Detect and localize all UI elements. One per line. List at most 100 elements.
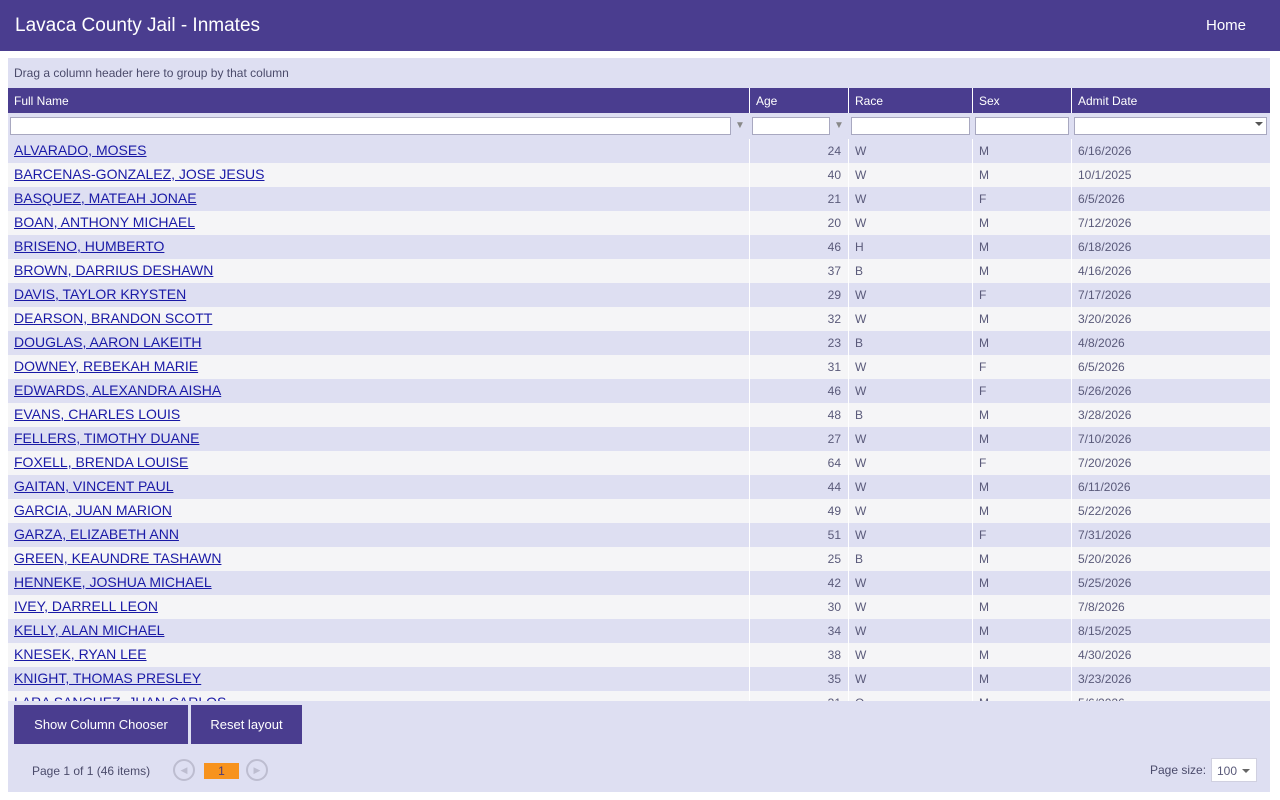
admit-date-cell: 4/30/2026 xyxy=(1078,648,1132,662)
table-row[interactable]: GAITAN, VINCENT PAUL 44 W M 6/11/2026 xyxy=(8,475,1270,499)
inmate-name-link[interactable]: ALVARADO, MOSES xyxy=(14,142,147,158)
race-cell: W xyxy=(849,451,973,475)
reset-layout-button[interactable]: Reset layout xyxy=(191,705,302,744)
inmate-name-link[interactable]: GARZA, ELIZABETH ANN xyxy=(14,526,179,542)
column-header-race[interactable]: Race xyxy=(849,88,973,113)
grid-rows: ALVARADO, MOSES 24 W M 6/16/2026 BARCENAS-GON… xyxy=(8,139,1270,701)
age-cell: 38 xyxy=(750,643,849,667)
inmate-name-link[interactable]: FELLERS, TIMOTHY DUANE xyxy=(14,430,199,446)
table-row[interactable]: EVANS, CHARLES LOUIS 48 B M 3/28/2026 xyxy=(8,403,1270,427)
admit-date-cell: 7/10/2026 xyxy=(1078,432,1132,446)
home-link[interactable]: Home xyxy=(1206,17,1246,34)
table-row[interactable]: EDWARDS, ALEXANDRA AISHA 46 W F 5/26/2026 xyxy=(8,379,1270,403)
inmate-name-link[interactable]: EVANS, CHARLES LOUIS xyxy=(14,406,180,422)
sex-cell: M xyxy=(973,235,1072,259)
inmate-name-link[interactable]: KNESEK, RYAN LEE xyxy=(14,646,147,662)
column-header-sex[interactable]: Sex xyxy=(973,88,1072,113)
inmate-name-link[interactable]: KELLY, ALAN MICHAEL xyxy=(14,622,164,638)
full-name-cell: EDWARDS, ALEXANDRA AISHA xyxy=(8,379,750,403)
group-panel-hint[interactable]: Drag a column header here to group by th… xyxy=(14,66,289,80)
age-cell: 24 xyxy=(750,139,849,163)
table-row[interactable]: FOXELL, BRENDA LOUISE 64 W F 7/20/2026 xyxy=(8,451,1270,475)
table-row[interactable]: KNESEK, RYAN LEE 38 W M 4/30/2026 xyxy=(8,643,1270,667)
table-row[interactable]: BOAN, ANTHONY MICHAEL 20 W M 7/12/2026 xyxy=(8,211,1270,235)
full-name-cell: GARCIA, JUAN MARION xyxy=(8,499,750,523)
inmate-name-link[interactable]: BASQUEZ, MATEAH JONAE xyxy=(14,190,197,206)
race-cell: W xyxy=(849,619,973,643)
race-cell: B xyxy=(849,547,973,571)
column-header-full-name[interactable]: Full Name xyxy=(8,88,750,113)
next-page-icon[interactable]: ▶ xyxy=(246,759,268,781)
inmate-name-link[interactable]: GARCIA, JUAN MARION xyxy=(14,502,172,518)
inmate-name-link[interactable]: DEARSON, BRANDON SCOTT xyxy=(14,310,212,326)
admit-date-cell: 5/26/2026 xyxy=(1078,384,1132,398)
sex-cell: M xyxy=(973,427,1072,451)
sex-cell: M xyxy=(973,307,1072,331)
admit-date-cell: 10/1/2025 xyxy=(1078,168,1132,182)
inmate-name-link[interactable]: GAITAN, VINCENT PAUL xyxy=(14,478,173,494)
inmate-name-link[interactable]: BARCENAS-GONZALEZ, JOSE JESUS xyxy=(14,166,265,182)
table-row[interactable]: IVEY, DARRELL LEON 30 W M 7/8/2026 xyxy=(8,595,1270,619)
table-row[interactable]: KELLY, ALAN MICHAEL 34 W M 8/15/2025 xyxy=(8,619,1270,643)
table-row[interactable]: HENNEKE, JOSHUA MICHAEL 42 W M 5/25/2026 xyxy=(8,571,1270,595)
inmate-name-link[interactable]: DOUGLAS, AARON LAKEITH xyxy=(14,334,202,350)
full-name-cell: GAITAN, VINCENT PAUL xyxy=(8,475,750,499)
table-row[interactable]: KNIGHT, THOMAS PRESLEY 35 W M 3/23/2026 xyxy=(8,667,1270,691)
filter-icon[interactable]: ▼ xyxy=(734,119,746,133)
age-cell: 20 xyxy=(750,211,849,235)
admit-date-cell: 7/31/2026 xyxy=(1078,528,1132,542)
chevron-down-icon[interactable] xyxy=(1255,122,1263,126)
table-row[interactable]: BROWN, DARRIUS DESHAWN 37 B M 4/16/2026 xyxy=(8,259,1270,283)
table-row[interactable]: DOUGLAS, AARON LAKEITH 23 B M 4/8/2026 xyxy=(8,331,1270,355)
table-row[interactable]: BASQUEZ, MATEAH JONAE 21 W F 6/5/2026 xyxy=(8,187,1270,211)
table-row[interactable]: BARCENAS-GONZALEZ, JOSE JESUS 40 W M 10/1/20… xyxy=(8,163,1270,187)
inmate-name-link[interactable]: EDWARDS, ALEXANDRA AISHA xyxy=(14,382,221,398)
page-size-select[interactable]: 100 xyxy=(1211,758,1257,782)
inmate-name-link[interactable]: IVEY, DARRELL LEON xyxy=(14,598,158,614)
filter-icon[interactable]: ▼ xyxy=(833,119,845,133)
full-name-cell: DEARSON, BRANDON SCOTT xyxy=(8,307,750,331)
inmate-name-link[interactable]: BRISENO, HUMBERTO xyxy=(14,238,164,254)
admit-date-filter-input[interactable] xyxy=(1074,117,1267,135)
current-page-number[interactable]: 1 xyxy=(204,763,239,779)
sex-cell: M xyxy=(973,403,1072,427)
inmate-name-link[interactable]: BROWN, DARRIUS DESHAWN xyxy=(14,262,213,278)
column-header-age[interactable]: Age xyxy=(750,88,849,113)
inmate-name-link[interactable]: KNIGHT, THOMAS PRESLEY xyxy=(14,670,201,686)
inmate-grid: Drag a column header here to group by th… xyxy=(8,58,1270,792)
page-size-value: 100 xyxy=(1217,764,1238,778)
table-row[interactable]: GREEN, KEAUNDRE TASHAWN 25 B M 5/20/2026 xyxy=(8,547,1270,571)
prev-page-icon[interactable]: ◀ xyxy=(173,759,195,781)
age-cell: 37 xyxy=(750,259,849,283)
table-row[interactable]: GARCIA, JUAN MARION 49 W M 5/22/2026 xyxy=(8,499,1270,523)
race-filter-input[interactable] xyxy=(851,117,970,135)
inmate-name-link[interactable]: DAVIS, TAYLOR KRYSTEN xyxy=(14,286,186,302)
inmate-name-link[interactable]: HENNEKE, JOSHUA MICHAEL xyxy=(14,574,212,590)
inmate-name-link[interactable]: GREEN, KEAUNDRE TASHAWN xyxy=(14,550,221,566)
sex-filter-input[interactable] xyxy=(975,117,1069,135)
table-row[interactable]: DEARSON, BRANDON SCOTT 32 W M 3/20/2026 xyxy=(8,307,1270,331)
table-row[interactable]: BRISENO, HUMBERTO 46 H M 6/18/2026 xyxy=(8,235,1270,259)
admit-date-cell: 6/11/2026 xyxy=(1078,480,1131,494)
race-cell: W xyxy=(849,355,973,379)
table-row[interactable]: DOWNEY, REBEKAH MARIE 31 W F 6/5/2026 xyxy=(8,355,1270,379)
inmate-name-link[interactable]: DOWNEY, REBEKAH MARIE xyxy=(14,358,198,374)
show-column-chooser-button[interactable]: Show Column Chooser xyxy=(14,705,188,744)
table-row[interactable]: FELLERS, TIMOTHY DUANE 27 W M 7/10/2026 xyxy=(8,427,1270,451)
sex-cell: M xyxy=(973,499,1072,523)
column-header-admit-date[interactable]: Admit Date xyxy=(1072,88,1270,113)
age-filter-input[interactable] xyxy=(752,117,830,135)
full-name-filter-input[interactable] xyxy=(10,117,731,135)
page-size-label: Page size: xyxy=(1150,763,1207,777)
full-name-cell: GARZA, ELIZABETH ANN xyxy=(8,523,750,547)
table-row[interactable]: GARZA, ELIZABETH ANN 51 W F 7/31/2026 xyxy=(8,523,1270,547)
chevron-down-icon[interactable] xyxy=(1242,769,1250,773)
table-row[interactable]: LARA SANCHEZ, JUAN CARLOS 31OM5/6/2026 xyxy=(8,691,1270,701)
sex-cell: M xyxy=(973,259,1072,283)
table-row[interactable]: DAVIS, TAYLOR KRYSTEN 29 W F 7/17/2026 xyxy=(8,283,1270,307)
inmate-name-link[interactable]: FOXELL, BRENDA LOUISE xyxy=(14,454,188,470)
inmate-name-link[interactable]: LARA SANCHEZ, JUAN CARLOS xyxy=(14,694,226,701)
table-row[interactable]: ALVARADO, MOSES 24 W M 6/16/2026 xyxy=(8,139,1270,163)
sex-cell: M xyxy=(973,211,1072,235)
inmate-name-link[interactable]: BOAN, ANTHONY MICHAEL xyxy=(14,214,195,230)
